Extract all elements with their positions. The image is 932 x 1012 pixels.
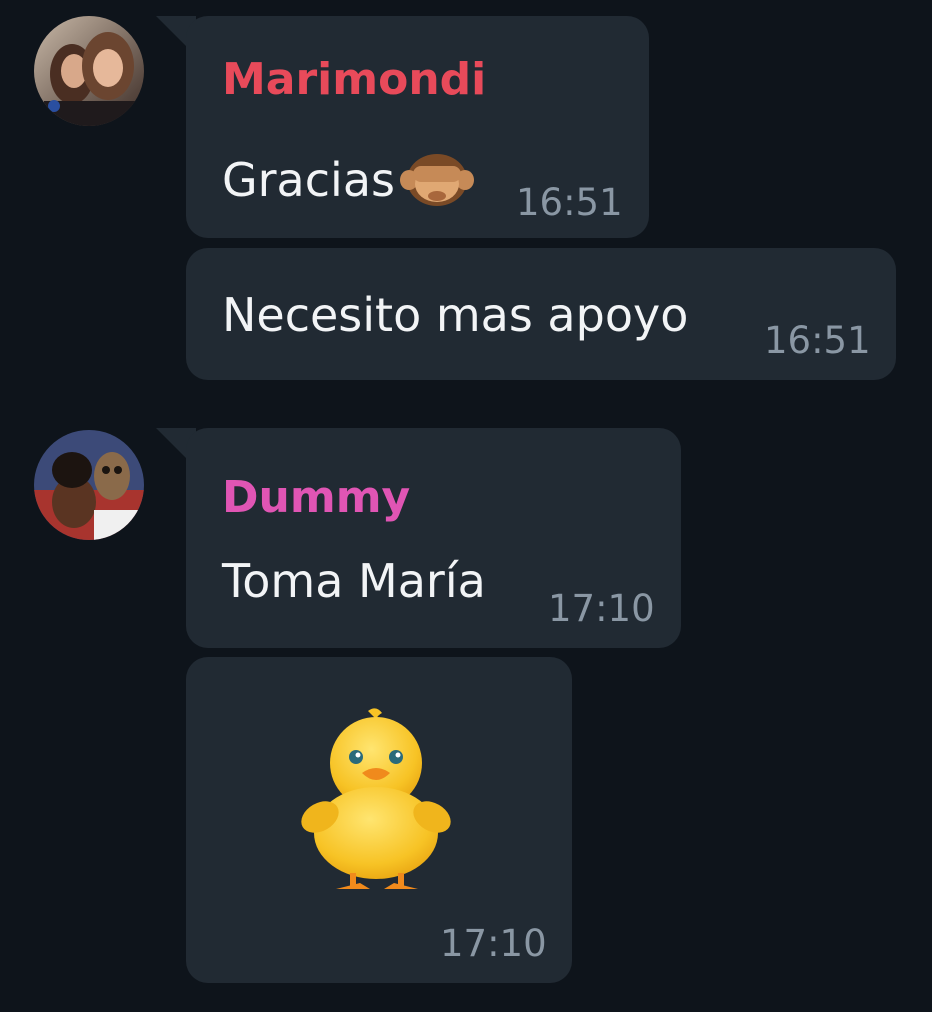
- message-timestamp: 16:51: [516, 181, 623, 224]
- message-timestamp: 16:51: [764, 319, 871, 362]
- see-no-evil-monkey-icon: [399, 144, 475, 215]
- message-timestamp: 17:10: [548, 587, 655, 630]
- sender-avatar-dummy[interactable]: [34, 430, 144, 540]
- message-bubble[interactable]: Marimondi Gracias 16:51: [186, 16, 649, 238]
- sticker-bubble[interactable]: 17:10: [186, 657, 572, 983]
- avatar-dummy-image: [34, 430, 144, 540]
- message-text-content: Gracias: [222, 153, 395, 207]
- sender-avatar-marimondi[interactable]: [34, 16, 144, 126]
- chat-message-list: Marimondi Gracias 16:51 Necesito mas apo…: [0, 0, 932, 1012]
- message-bubble[interactable]: Dummy Toma María 17:10: [186, 428, 681, 648]
- message-timestamp: 17:10: [440, 922, 547, 965]
- message-text: Gracias: [222, 144, 475, 215]
- message-text: Necesito mas apoyo: [222, 288, 689, 342]
- avatar-marimondi-image: [34, 16, 144, 126]
- sender-name[interactable]: Dummy: [222, 476, 410, 520]
- message-text: Toma María: [222, 554, 486, 608]
- baby-chick-icon: [298, 705, 458, 899]
- message-bubble[interactable]: Necesito mas apoyo 16:51: [186, 248, 896, 380]
- sender-name[interactable]: Marimondi: [222, 58, 486, 102]
